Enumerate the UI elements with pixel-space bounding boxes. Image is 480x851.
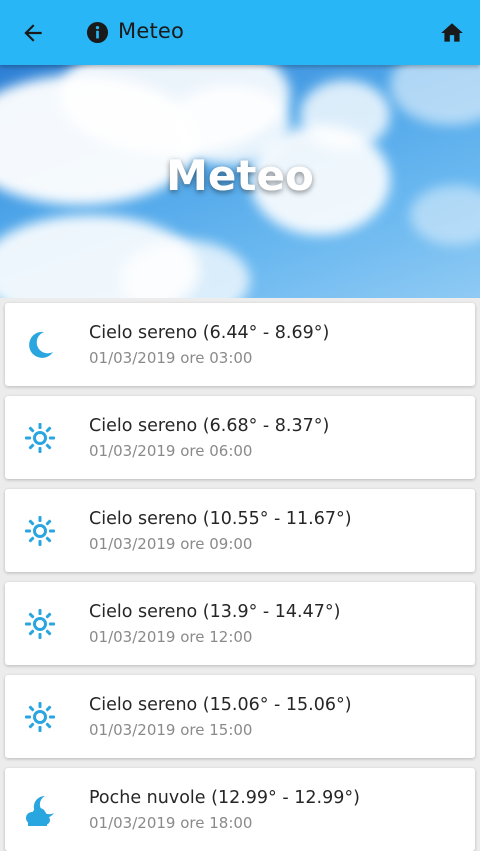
moon-cloud-icon [26, 795, 54, 826]
forecast-item[interactable]: Cielo sereno (13.9° - 14.47°) 01/03/2019… [5, 582, 475, 665]
sun-icon [25, 423, 55, 453]
forecast-condition: Cielo sereno (6.44° - 8.69°) [89, 323, 330, 343]
forecast-condition: Cielo sereno (15.06° - 15.06°) [89, 695, 352, 715]
forecast-datetime: 01/03/2019 ore 18:00 [89, 814, 253, 832]
sun-icon [25, 516, 55, 546]
app-bar: Meteo [0, 0, 480, 65]
forecast-item[interactable]: Poche nuvole (12.99° - 12.99°) 01/03/201… [5, 768, 475, 851]
forecast-condition: Cielo sereno (10.55° - 11.67°) [89, 509, 352, 529]
home-icon[interactable] [439, 20, 465, 46]
sun-icon [25, 609, 55, 639]
moon-icon [29, 331, 53, 358]
hero-banner: Meteo [0, 65, 480, 298]
forecast-datetime: 01/03/2019 ore 09:00 [89, 535, 253, 553]
forecast-item[interactable]: Cielo sereno (6.44° - 8.69°) 01/03/2019 … [5, 303, 475, 386]
hero-title: Meteo [166, 151, 314, 200]
forecast-datetime: 01/03/2019 ore 03:00 [89, 349, 253, 367]
forecast-datetime: 01/03/2019 ore 06:00 [89, 442, 253, 460]
app-title: Meteo [118, 19, 185, 43]
sun-icon [25, 702, 55, 732]
forecast-datetime: 01/03/2019 ore 12:00 [89, 628, 253, 646]
forecast-item[interactable]: Cielo sereno (6.68° - 8.37°) 01/03/2019 … [5, 396, 475, 479]
forecast-condition: Poche nuvole (12.99° - 12.99°) [89, 788, 360, 808]
forecast-item[interactable]: Cielo sereno (15.06° - 15.06°) 01/03/201… [5, 675, 475, 758]
info-icon [86, 21, 109, 44]
forecast-condition: Cielo sereno (6.68° - 8.37°) [89, 416, 330, 436]
forecast-condition: Cielo sereno (13.9° - 14.47°) [89, 602, 341, 622]
arrow-back-icon[interactable] [20, 20, 46, 46]
forecast-item[interactable]: Cielo sereno (10.55° - 11.67°) 01/03/201… [5, 489, 475, 572]
forecast-datetime: 01/03/2019 ore 15:00 [89, 721, 253, 739]
